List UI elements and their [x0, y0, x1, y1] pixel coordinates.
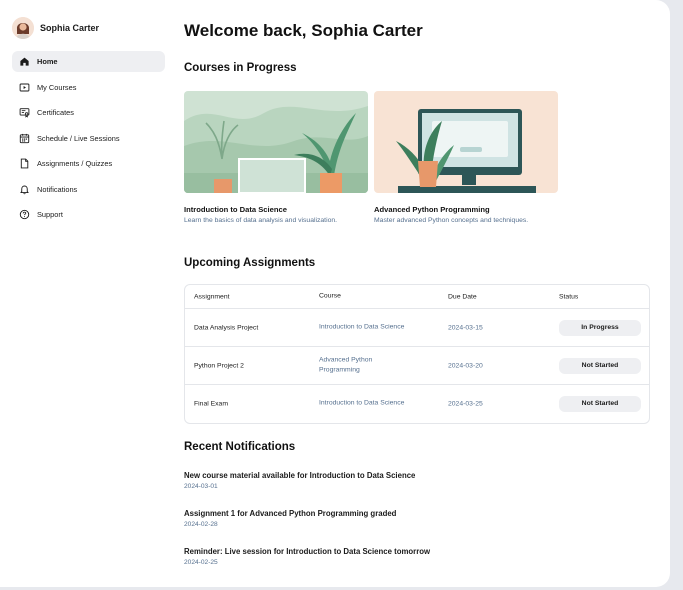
column-header-status: Status [559, 293, 579, 300]
sidebar-item-notifications[interactable]: Notifications [12, 179, 165, 200]
sidebar-item-label: Home [37, 57, 58, 66]
notification-text: Assignment 1 for Advanced Python Program… [184, 509, 397, 518]
column-header-course: Course [319, 292, 341, 300]
assignments-section-title: Upcoming Assignments [184, 257, 316, 269]
course-title[interactable]: Introduction to Data Science [184, 205, 368, 214]
notification-date: 2024-03-01 [184, 483, 218, 490]
bell-icon [20, 185, 29, 194]
avatar-illustration [12, 17, 34, 39]
assignment-course: Advanced Python Programming [319, 355, 373, 374]
assignment-course: Introduction to Data Science [319, 323, 405, 331]
assignment-due-date: 2024-03-25 [448, 400, 483, 408]
avatar[interactable] [12, 17, 34, 39]
course-description: Master advanced Python concepts and tech… [374, 217, 529, 224]
sidebar-item-certificates[interactable]: Certificates [12, 102, 165, 123]
assignment-name: Python Project 2 [194, 362, 244, 369]
document-icon [20, 158, 29, 169]
notification-text: Reminder: Live session for Introduction … [184, 547, 431, 556]
assignment-name: Data Analysis Project [194, 324, 259, 331]
assignments-table: Assignment Course Due Date Status Data A… [184, 284, 650, 424]
notification-date: 2024-02-25 [184, 559, 218, 566]
help-circle-icon [19, 209, 30, 220]
sidebar-item-label: Assignments / Quizzes [37, 159, 113, 168]
home-icon [20, 57, 29, 66]
sidebar-item-label: Notifications [37, 184, 78, 194]
notification-text: New course material available for Introd… [184, 471, 416, 480]
status-badge[interactable]: Not Started [559, 357, 641, 374]
notifications-section-title: Recent Notifications [184, 441, 296, 453]
status-badge[interactable]: Not Started [559, 396, 641, 412]
assignment-due-date: 2024-03-15 [448, 324, 483, 331]
assignment-due-date: 2024-03-20 [448, 362, 483, 369]
column-header-due-date: Due Date [448, 293, 477, 300]
course-card-python[interactable]: Advanced Python Programming Master advan… [374, 91, 558, 226]
status-cell: Not Started [559, 357, 641, 374]
status-cell: Not Started [559, 396, 641, 412]
sidebar-item-assignments[interactable]: Assignments / Quizzes [12, 153, 165, 174]
user-name: Sophia Carter [40, 23, 100, 33]
table-row[interactable]: Python Project 2 Advanced Python Program… [185, 347, 649, 385]
sidebar-item-support[interactable]: Support [12, 204, 165, 225]
course-description: Learn the basics of data analysis and vi… [184, 217, 338, 224]
table-row[interactable]: Final Exam Introduction to Data Science … [185, 385, 649, 423]
sidebar-item-label: Certificates [37, 108, 74, 117]
course-thumbnail[interactable] [184, 91, 368, 193]
assignment-course: Introduction to Data Science [319, 399, 405, 407]
notification-item[interactable]: New course material available for Introd… [184, 471, 415, 490]
data-science-illustration [184, 91, 368, 193]
app-window: Sophia Carter Home My Courses Certificat… [0, 0, 670, 587]
notification-item[interactable]: Reminder: Live session for Introduction … [184, 547, 430, 566]
course-card-data-science[interactable]: Introduction to Data Science Learn the b… [184, 91, 368, 226]
course-thumbnail[interactable] [374, 91, 558, 193]
sidebar-item-label: Support [37, 210, 63, 219]
sidebar-item-label: Schedule / Live Sessions [37, 133, 120, 143]
sidebar-item-my-courses[interactable]: My Courses [12, 77, 165, 98]
calendar-icon [19, 133, 30, 143]
assignment-name: Final Exam [194, 400, 228, 408]
sidebar-item-home[interactable]: Home [12, 51, 165, 72]
play-box-icon [19, 83, 30, 91]
python-illustration [374, 91, 558, 193]
sidebar-item-label: My Courses [37, 82, 77, 92]
courses-section-title: Courses in Progress [184, 62, 297, 74]
sidebar-item-schedule[interactable]: Schedule / Live Sessions [12, 128, 165, 149]
course-title[interactable]: Advanced Python Programming [374, 205, 558, 214]
page-title: Welcome back, Sophia Carter [184, 21, 423, 40]
table-header: Assignment Course Due Date Status [185, 285, 649, 309]
notification-date: 2024-02-28 [184, 521, 218, 528]
column-header-assignment: Assignment [194, 293, 230, 300]
table-row[interactable]: Data Analysis Project Introduction to Da… [185, 309, 649, 347]
notification-item[interactable]: Assignment 1 for Advanced Python Program… [184, 509, 396, 528]
status-cell: In Progress [559, 319, 641, 336]
sidebar: Sophia Carter Home My Courses Certificat… [0, 0, 172, 587]
sidebar-nav: Home My Courses Certificates Schedule / … [12, 51, 165, 230]
status-badge[interactable]: In Progress [559, 319, 641, 336]
user-profile[interactable]: Sophia Carter [12, 17, 99, 39]
certificate-icon [19, 108, 30, 118]
